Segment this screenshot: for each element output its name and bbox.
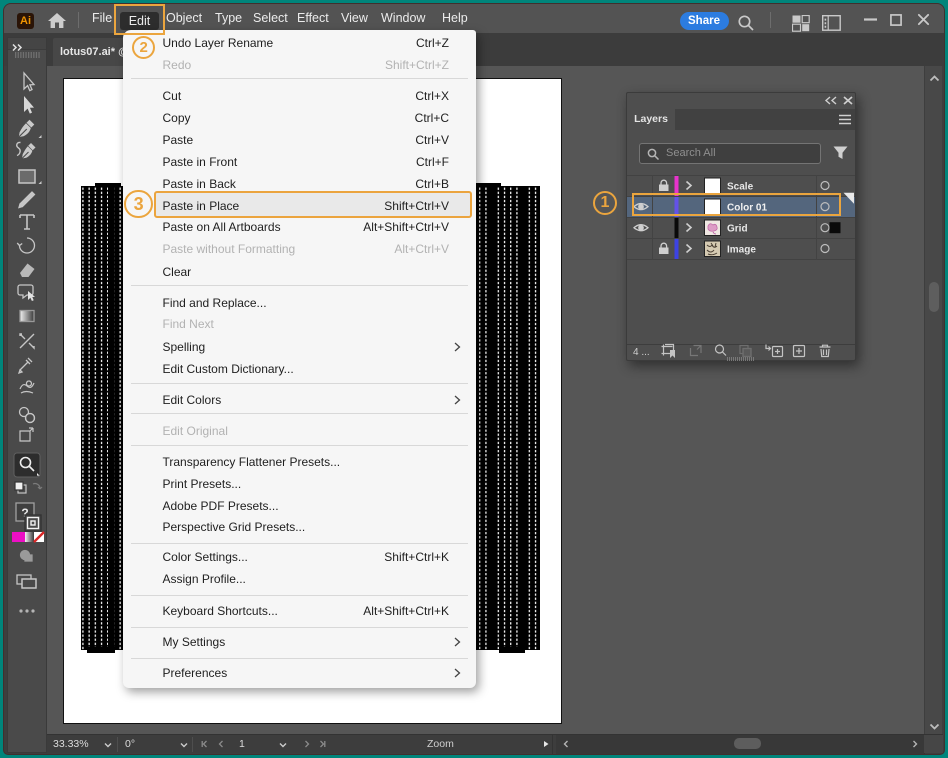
svg-text:Image: Image: [727, 245, 756, 256]
svg-text:Scale: Scale: [727, 182, 754, 193]
svg-text:Grid: Grid: [727, 224, 748, 235]
